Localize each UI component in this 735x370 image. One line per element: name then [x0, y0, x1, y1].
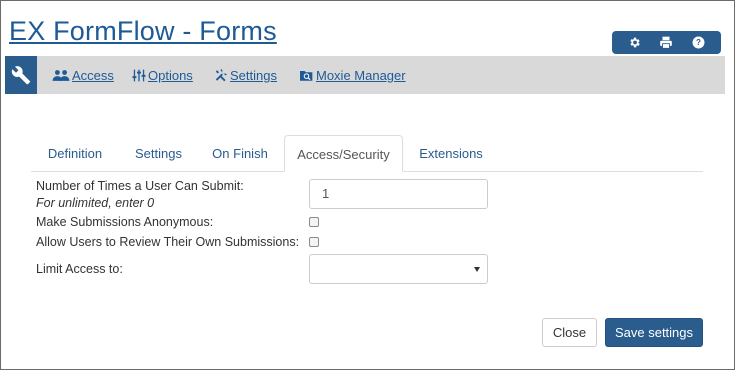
nav-options-label: Options [148, 68, 193, 83]
nav-moxie-manager-link[interactable]: Moxie Manager [299, 68, 406, 83]
tab-definition[interactable]: Definition [31, 135, 119, 172]
print-icon[interactable] [656, 33, 676, 53]
nav-moxie-manager-label: Moxie Manager [316, 68, 406, 83]
close-button[interactable]: Close [542, 318, 597, 347]
tab-extensions[interactable]: Extensions [405, 135, 497, 172]
submit-limit-label: Number of Times a User Can Submit: [36, 179, 244, 193]
nav-settings-label: Settings [230, 68, 277, 83]
tab-settings[interactable]: Settings [119, 135, 198, 172]
limit-access-select[interactable] [309, 254, 488, 284]
review-own-checkbox[interactable] [309, 237, 319, 247]
limit-access-label: Limit Access to: [36, 262, 123, 276]
page-title[interactable]: EX FormFlow - Forms [9, 16, 277, 47]
wrench-icon[interactable] [5, 56, 37, 94]
anonymous-checkbox[interactable] [309, 217, 319, 227]
toolbar-button-group: ? [612, 31, 721, 54]
dialog-frame: EX FormFlow - Forms ? Access Options Set… [0, 0, 735, 370]
help-icon[interactable]: ? [689, 33, 709, 53]
nav-access-label: Access [72, 68, 114, 83]
folder-search-icon [300, 70, 313, 81]
nav-bar: Access Options Settings Moxie Manager [5, 56, 725, 94]
save-settings-button[interactable]: Save settings [605, 318, 703, 347]
review-own-label: Allow Users to Review Their Own Submissi… [36, 235, 300, 249]
tab-on-finish[interactable]: On Finish [198, 135, 282, 172]
chevron-down-icon [474, 267, 480, 272]
anonymous-label: Make Submissions Anonymous: [36, 215, 214, 229]
tools-icon [215, 69, 227, 82]
tab-bar: Definition Settings On Finish Access/Sec… [31, 135, 703, 172]
nav-access-link[interactable]: Access [52, 68, 114, 83]
svg-text:?: ? [696, 38, 701, 47]
nav-settings-link[interactable]: Settings [214, 68, 277, 83]
users-icon [52, 70, 70, 81]
sliders-icon [132, 69, 146, 82]
tab-access-security[interactable]: Access/Security [284, 135, 403, 172]
nav-options-link[interactable]: Options [132, 68, 193, 83]
submit-limit-input[interactable]: 1 [309, 179, 488, 209]
gear-icon[interactable] [624, 33, 644, 53]
submit-limit-hint: For unlimited, enter 0 [36, 196, 155, 210]
